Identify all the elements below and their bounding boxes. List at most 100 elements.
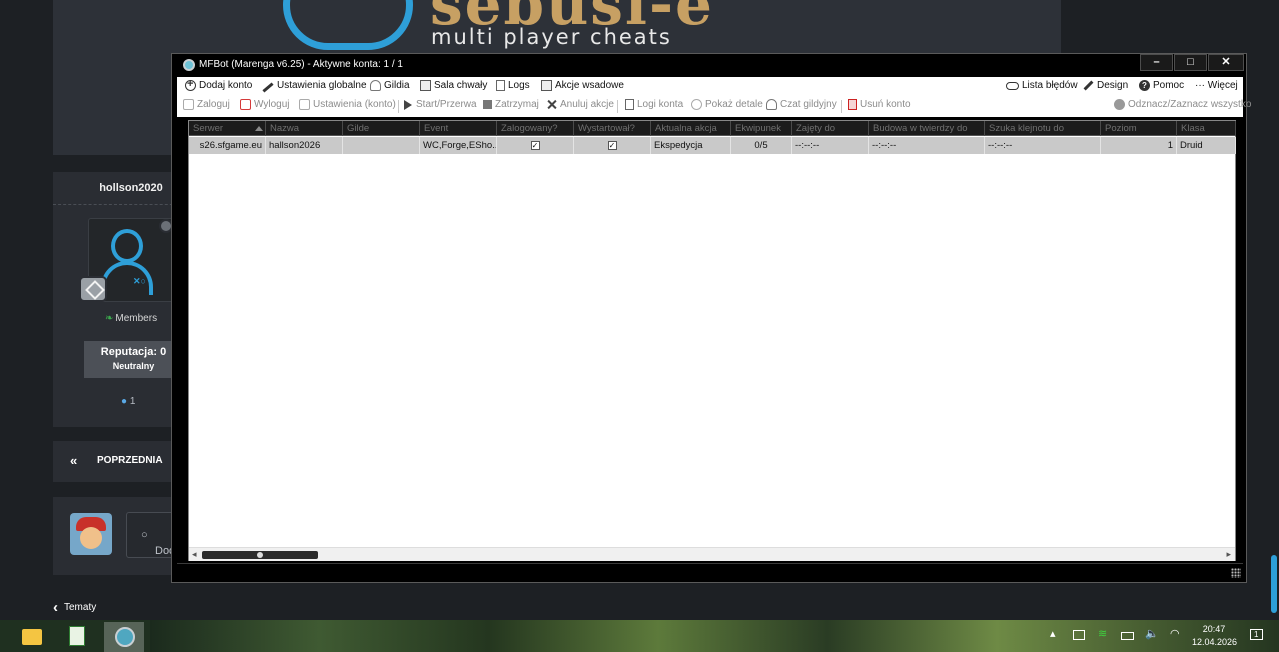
notifications-icon[interactable]: 1 xyxy=(1250,629,1263,640)
scroll-right-arrow-icon[interactable]: ▸ xyxy=(1226,549,1231,560)
tray-overflow-chevron-icon[interactable]: ▴ xyxy=(1050,627,1056,640)
antivirus-icon[interactable] xyxy=(1073,630,1085,640)
avatar-face xyxy=(80,527,102,549)
author-profile-card: hollson2020 ✕○ ❧ Members Reputacja: 0 Neu… xyxy=(53,172,183,427)
batch-icon xyxy=(541,80,552,91)
batch-actions-button[interactable]: Akcje wsadowe xyxy=(541,80,624,91)
login-button[interactable]: Zaloguj xyxy=(183,99,230,110)
double-chevron-left-icon: « xyxy=(70,453,78,468)
document-icon xyxy=(625,99,634,110)
logged-in-checkbox[interactable]: ✓ xyxy=(530,141,540,150)
taskbar-mfbot[interactable] xyxy=(104,622,144,652)
guild-chat-button[interactable]: Czat gildyjny xyxy=(766,99,837,110)
add-account-button[interactable]: Dodaj konto xyxy=(185,78,252,91)
column-header-inventory[interactable]: Ekwipunek xyxy=(731,121,792,136)
started-checkbox[interactable]: ✓ xyxy=(607,141,617,150)
more-button[interactable]: ··· Więcej xyxy=(1195,80,1238,91)
volume-icon[interactable]: 🔈 xyxy=(1145,627,1159,640)
mfbot-window: MFBot (Marenga v6.25) - Aktywne konta: 1… xyxy=(171,53,1251,583)
accounts-grid: Serwer Nazwa Gilde Event Zalogowany? Wys… xyxy=(188,120,1236,561)
pagination-prev-button[interactable]: « POPRZEDNIA xyxy=(53,441,183,482)
play-icon xyxy=(404,99,412,110)
column-header-current-action[interactable]: Aktualna akcja xyxy=(651,121,731,136)
help-button[interactable]: ? Pomoc xyxy=(1139,80,1184,91)
close-x-icon xyxy=(546,99,557,110)
toolbar-separator xyxy=(617,100,618,113)
user-avatar xyxy=(70,513,112,555)
column-header-started[interactable]: Wystartował? xyxy=(574,121,651,136)
stop-button[interactable]: Zatrzymaj xyxy=(483,99,539,110)
comment-icon: ● xyxy=(121,396,128,407)
cell-server: s26.sfgame.eu xyxy=(189,137,266,154)
logout-button[interactable]: Wyloguj xyxy=(240,99,289,110)
cell-logged-in: ✓ xyxy=(497,137,574,154)
taskbar-clock[interactable]: 20:47 12.04.2026 xyxy=(1192,623,1238,649)
column-header-event[interactable]: Event xyxy=(420,121,497,136)
cloud-icon xyxy=(1006,81,1019,90)
toggle-all-button[interactable]: Odznacz/Zaznacz wszystko xyxy=(1114,99,1251,110)
show-details-button[interactable]: Pokaż detale xyxy=(691,99,763,110)
post-count[interactable]: ● 1 xyxy=(121,396,135,407)
clock-time: 20:47 xyxy=(1202,624,1226,634)
column-header-name[interactable]: Nazwa xyxy=(266,121,343,136)
add-circle-icon xyxy=(185,78,196,91)
cell-gem-until: --:--:-- xyxy=(985,137,1101,154)
banner-subtitle: multi player cheats xyxy=(431,25,672,49)
title-bar[interactable]: MFBot (Marenga v6.25) - Aktywne konta: 1… xyxy=(172,54,1246,76)
page-scrollbar[interactable] xyxy=(1271,555,1277,613)
column-header-fortress-until[interactable]: Budowa w twierdzy do xyxy=(869,121,985,136)
trash-icon xyxy=(848,99,857,110)
account-toolbar: Zaloguj Wyloguj Ustawienia (konto) Start… xyxy=(177,96,1251,117)
guild-button[interactable]: Gildia xyxy=(370,80,410,91)
login-icon xyxy=(183,99,194,110)
back-to-topics-link[interactable]: ‹ Tematy xyxy=(53,599,96,616)
network-signal-icon[interactable]: ≋ xyxy=(1098,627,1107,640)
horizontal-scrollbar[interactable]: ◂ ▸ xyxy=(189,547,1235,561)
design-button[interactable]: Design xyxy=(1083,80,1128,91)
info-icon xyxy=(691,99,702,110)
battery-icon[interactable] xyxy=(1121,632,1134,640)
taskbar-file-explorer[interactable] xyxy=(11,622,51,652)
close-button[interactable]: ✕ xyxy=(1208,54,1244,71)
scrollbar-thumb[interactable] xyxy=(202,551,318,559)
taskbar-spreadsheet-app[interactable] xyxy=(56,622,96,652)
column-header-guild[interactable]: Gilde xyxy=(343,121,420,136)
clock-date: 12.04.2026 xyxy=(1192,637,1238,647)
wifi-icon[interactable]: ◠ xyxy=(1170,627,1180,640)
cell-name: hallson2026 xyxy=(266,137,343,154)
minimize-button[interactable]: – xyxy=(1140,54,1173,71)
cell-class: Druid xyxy=(1177,137,1236,154)
help-icon: ? xyxy=(1139,80,1150,91)
status-bar xyxy=(177,563,1243,580)
column-header-level[interactable]: Poziom xyxy=(1101,121,1177,136)
column-header-busy-until[interactable]: Zajęty do xyxy=(792,121,869,136)
column-header-class[interactable]: Klasa xyxy=(1177,121,1236,136)
hall-of-fame-button[interactable]: Sala chwały xyxy=(420,80,487,91)
cell-guild xyxy=(343,137,420,154)
maximize-button[interactable]: □ xyxy=(1174,54,1207,71)
cell-level: 1 xyxy=(1101,137,1177,154)
document-icon xyxy=(496,80,505,91)
account-settings-button[interactable]: Ustawienia (konto) xyxy=(299,99,396,110)
account-logs-button[interactable]: Logi konta xyxy=(625,99,683,110)
reputation-box: Reputacja: 0 Neutralny xyxy=(84,341,183,378)
error-list-button[interactable]: Lista błędów xyxy=(1006,80,1078,91)
column-header-logged-in[interactable]: Zalogowany? xyxy=(497,121,574,136)
grid-header: Serwer Nazwa Gilde Event Zalogowany? Wys… xyxy=(189,121,1236,136)
logs-button[interactable]: Logs xyxy=(496,80,530,91)
table-icon xyxy=(420,80,431,91)
column-header-gem-until[interactable]: Szuka klejnotu do xyxy=(985,121,1101,136)
global-settings-button[interactable]: Ustawienia globalne xyxy=(262,80,367,93)
cell-current-action: Ekspedycja xyxy=(651,137,731,154)
resize-grip-icon[interactable] xyxy=(1231,568,1241,578)
table-row[interactable]: s26.sfgame.eu hallson2026 WC,Forge,ESho.… xyxy=(189,137,1236,154)
cell-event: WC,Forge,ESho... xyxy=(420,137,497,154)
start-pause-button[interactable]: Start/Przerwa xyxy=(404,99,477,110)
avatar-xo-icon: ✕○ xyxy=(133,276,146,286)
scroll-left-arrow-icon[interactable]: ◂ xyxy=(192,549,197,560)
toolbar-separator xyxy=(398,100,399,113)
toolbar-separator xyxy=(841,100,842,113)
delete-account-button[interactable]: Usuń konto xyxy=(848,99,911,110)
cancel-actions-button[interactable]: Anuluj akcje xyxy=(546,99,614,110)
cell-started: ✓ xyxy=(574,137,651,154)
